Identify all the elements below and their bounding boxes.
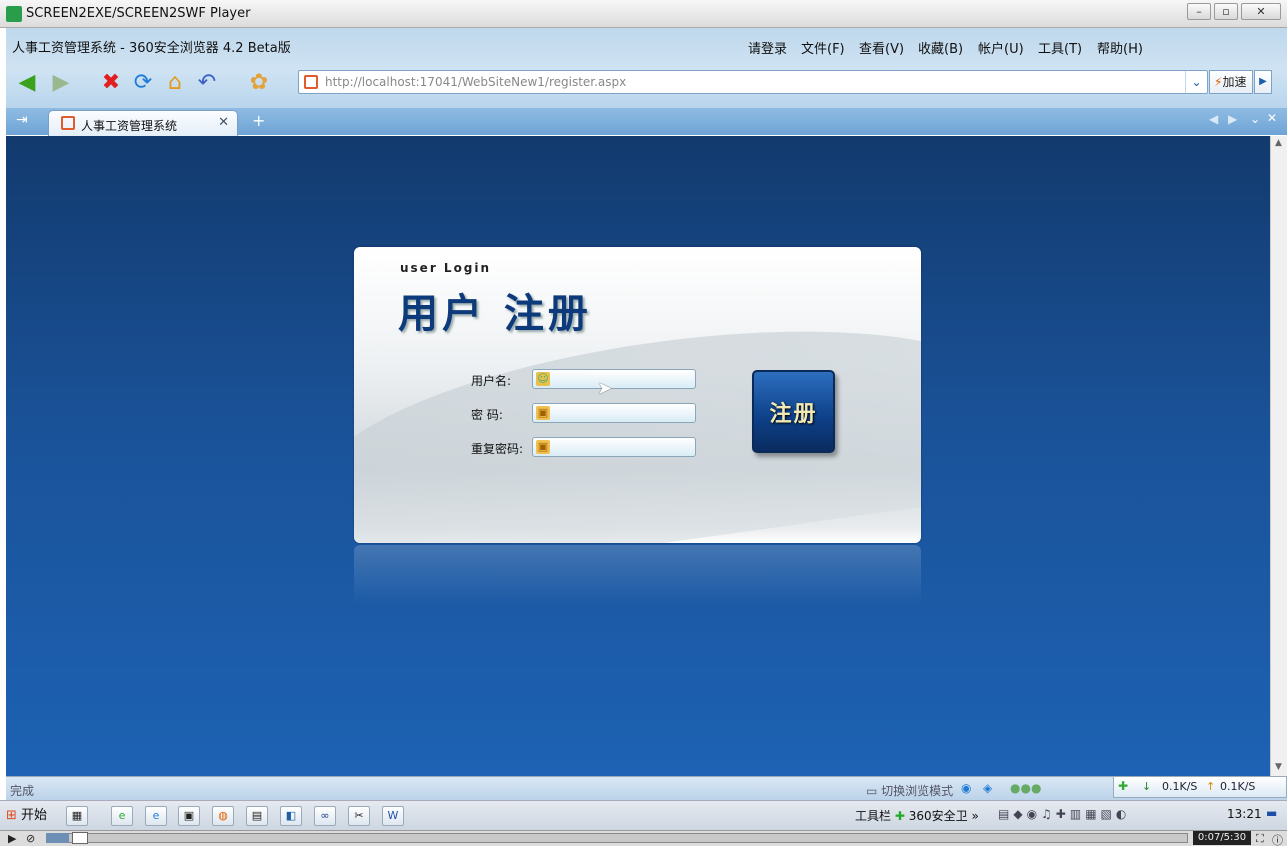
menu-file[interactable]: 文件(F): [801, 38, 845, 57]
playback-time: 0:07/5:30: [1193, 831, 1251, 845]
minimize-button[interactable]: –: [1187, 3, 1211, 20]
browser-title: 人事工资管理系统 - 360安全浏览器 4.2 Beta版: [12, 41, 291, 56]
ie-icon[interactable]: ◉: [961, 781, 971, 795]
progress-thumb[interactable]: [72, 832, 88, 844]
menu-help[interactable]: 帮助(H): [1097, 38, 1143, 57]
speed-menu-icon[interactable]: ▶: [1254, 70, 1272, 94]
lock-icon: ▣: [536, 406, 550, 420]
back-icon[interactable]: ◀: [14, 70, 40, 96]
ie-taskbar-icon[interactable]: e: [145, 806, 167, 826]
scroll-down-icon[interactable]: ▼: [1275, 762, 1282, 772]
player-title: SCREEN2EXE/SCREEN2SWF Player: [26, 6, 251, 21]
mode-label: 切换浏览模式: [881, 784, 954, 798]
status-bar: 完成 ▭ 切换浏览模式 ◉ ◈ ●●●: [6, 776, 1287, 800]
tab-label: 人事工资管理系统: [81, 119, 178, 133]
tab-active[interactable]: 人事工资管理系统 ✕: [48, 110, 238, 136]
home-icon[interactable]: ⌂: [162, 70, 188, 96]
switch-mode-button[interactable]: ▭ 切换浏览模式: [866, 782, 953, 799]
password-field[interactable]: ▣: [532, 403, 696, 423]
paw-icon[interactable]: ✿: [246, 70, 272, 96]
login-caption: user Login: [400, 261, 492, 275]
menu-view[interactable]: 查看(V): [859, 38, 904, 57]
page-title: 用户 注册: [398, 291, 592, 337]
network-speed: ✚ ↓ 0.1K/S ↑ 0.1K/S: [1113, 776, 1287, 798]
speed-globe-icon: ✚: [1118, 779, 1129, 793]
speed-label: 加速: [1222, 75, 1247, 89]
tool-icon[interactable]: ✂: [348, 806, 370, 826]
mouse-cursor-icon: ➤: [597, 378, 613, 399]
refresh-icon[interactable]: ⟳: [130, 70, 156, 96]
password-label: 密 码:: [471, 408, 503, 422]
tab-close-icon[interactable]: ✕: [218, 115, 229, 130]
shield-icon[interactable]: ◈: [983, 781, 992, 795]
down-speed: 0.1K/S: [1162, 780, 1198, 793]
restore-button[interactable]: ▫: [1214, 3, 1238, 20]
toggle-icon[interactable]: ●●●: [1010, 781, 1041, 795]
infinity-icon[interactable]: ∞: [314, 806, 336, 826]
menu-tools[interactable]: 工具(T): [1038, 38, 1082, 57]
address-text: http://localhost:17041/WebSiteNew1/regis…: [325, 75, 627, 89]
username-input[interactable]: [553, 371, 693, 387]
vertical-scrollbar[interactable]: ▲ ▼: [1270, 136, 1287, 776]
tab-next-icon[interactable]: ▶: [1228, 112, 1237, 126]
page-icon: [304, 75, 318, 89]
browser360-icon[interactable]: e: [111, 806, 133, 826]
start-button[interactable]: ⊞ 开始: [6, 804, 47, 823]
progress-track[interactable]: [46, 833, 1188, 843]
speed-up-button[interactable]: ⚡加速: [1209, 70, 1253, 94]
address-dropdown-icon[interactable]: ⌄: [1185, 71, 1207, 93]
menu-favorites[interactable]: 收藏(B): [918, 38, 963, 57]
player-titlebar: SCREEN2EXE/SCREEN2SWF Player – ▫ ✕: [0, 0, 1287, 28]
username-field[interactable]: ☺: [532, 369, 696, 389]
guard-label[interactable]: 360安全卫: [909, 809, 968, 823]
start-label: 开始: [21, 808, 48, 823]
user-icon: ☺: [536, 372, 550, 386]
panel-reflection: [354, 545, 921, 605]
address-bar[interactable]: http://localhost:17041/WebSiteNew1/regis…: [298, 70, 1208, 94]
new-tab-icon[interactable]: +: [252, 111, 265, 130]
username-label: 用户名:: [471, 374, 512, 388]
folder-icon[interactable]: ▤: [246, 806, 268, 826]
repeat-password-field[interactable]: ▣: [532, 437, 696, 457]
undo-icon[interactable]: ↶: [194, 70, 220, 96]
firefox-icon[interactable]: ◍: [212, 806, 234, 826]
tray-icons[interactable]: ▤◆◉♫✚▥▦▧◐: [998, 807, 1130, 821]
menu-login[interactable]: 请登录: [748, 38, 787, 57]
progress-fill: [46, 833, 69, 843]
scroll-up-icon[interactable]: ▲: [1275, 138, 1282, 148]
explorer-icon[interactable]: ▣: [178, 806, 200, 826]
stop-icon[interactable]: ✖: [98, 70, 124, 96]
tab-page-icon: [61, 116, 75, 130]
forward-icon[interactable]: ▶: [48, 70, 74, 96]
register-button[interactable]: 注册: [752, 370, 835, 453]
player-app-icon: [6, 6, 22, 22]
repeat-password-label: 重复密码:: [471, 442, 524, 456]
register-button-label: 注册: [769, 402, 818, 427]
sidebar-toggle-icon[interactable]: ⇥: [16, 112, 28, 128]
show-desktop-icon[interactable]: ▬: [1266, 806, 1277, 820]
word-icon[interactable]: W: [382, 806, 404, 826]
up-speed: 0.1K/S: [1220, 780, 1256, 793]
password-input[interactable]: [553, 405, 693, 421]
play-icon[interactable]: ▶: [8, 832, 16, 845]
fullscreen-icon[interactable]: ⛶: [1256, 832, 1264, 846]
tab-list-icon[interactable]: ⌄: [1250, 112, 1260, 126]
tab-prev-icon[interactable]: ◀: [1209, 112, 1218, 126]
app-icon[interactable]: ▦: [66, 806, 88, 826]
toolbar-tray: 工具栏 ✚ 360安全卫 »: [855, 809, 979, 823]
close-all-tabs-icon[interactable]: ✕: [1267, 111, 1277, 125]
lock-icon: ▣: [536, 440, 550, 454]
status-text: 完成: [10, 784, 35, 798]
menu-account[interactable]: 帐户(U): [978, 38, 1024, 57]
close-button[interactable]: ✕: [1241, 3, 1281, 20]
vs-icon[interactable]: ◧: [280, 806, 302, 826]
register-panel: user Login 用户 注册 用户名: ☺ 密 码: ▣ 重复密码: ▣ 注…: [354, 247, 921, 543]
clock: 13:21: [1227, 807, 1262, 821]
down-arrow-icon: ↓: [1142, 780, 1152, 793]
up-arrow-icon: ↑: [1206, 780, 1216, 793]
stop-playback-icon[interactable]: ⊘: [26, 832, 35, 845]
repeat-password-input[interactable]: [553, 439, 693, 455]
toolbar-label: 工具栏: [855, 809, 892, 823]
